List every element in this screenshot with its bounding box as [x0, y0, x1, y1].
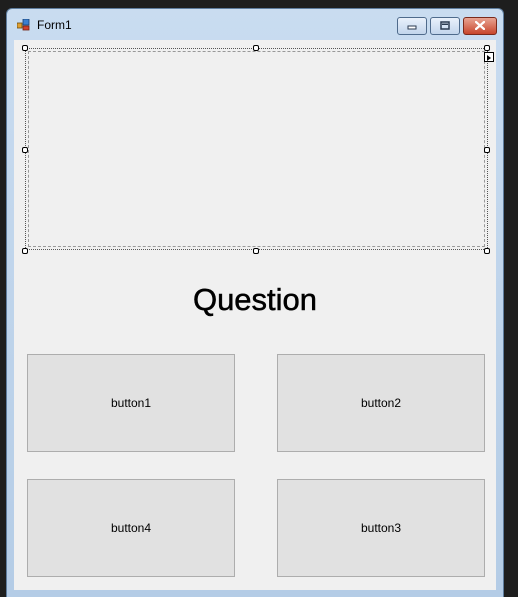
maximize-icon — [440, 17, 450, 35]
window-title: Form1 — [37, 18, 72, 32]
resize-handle-bottom[interactable] — [253, 248, 259, 254]
panel-border — [28, 51, 485, 247]
close-button[interactable] — [463, 17, 497, 35]
app-icon — [16, 18, 31, 31]
minimize-icon — [407, 17, 417, 35]
resize-handle-top-left[interactable] — [22, 45, 28, 51]
button2[interactable]: button2 — [277, 354, 485, 452]
resize-handle-top[interactable] — [253, 45, 259, 51]
minimize-button[interactable] — [397, 17, 427, 35]
resize-handle-bottom-left[interactable] — [22, 248, 28, 254]
window-bottom-border — [7, 590, 503, 597]
question-label: Question — [192, 282, 318, 318]
button4[interactable]: button4 — [27, 479, 235, 577]
form-window: Form1 Question button1 button2 button4 b… — [6, 8, 504, 597]
resize-handle-bottom-right[interactable] — [484, 248, 490, 254]
resize-handle-right[interactable] — [484, 147, 490, 153]
form-client-area: Question button1 button2 button4 button3 — [14, 40, 496, 591]
selected-panel[interactable] — [25, 48, 494, 250]
resize-handle-left[interactable] — [22, 147, 28, 153]
button1[interactable]: button1 — [27, 354, 235, 452]
close-icon — [474, 17, 486, 35]
resize-handle-top-right[interactable] — [484, 45, 490, 51]
smart-tag-button[interactable] — [484, 52, 494, 62]
maximize-button[interactable] — [430, 17, 460, 35]
title-bar[interactable]: Form1 — [7, 9, 503, 39]
button3[interactable]: button3 — [277, 479, 485, 577]
